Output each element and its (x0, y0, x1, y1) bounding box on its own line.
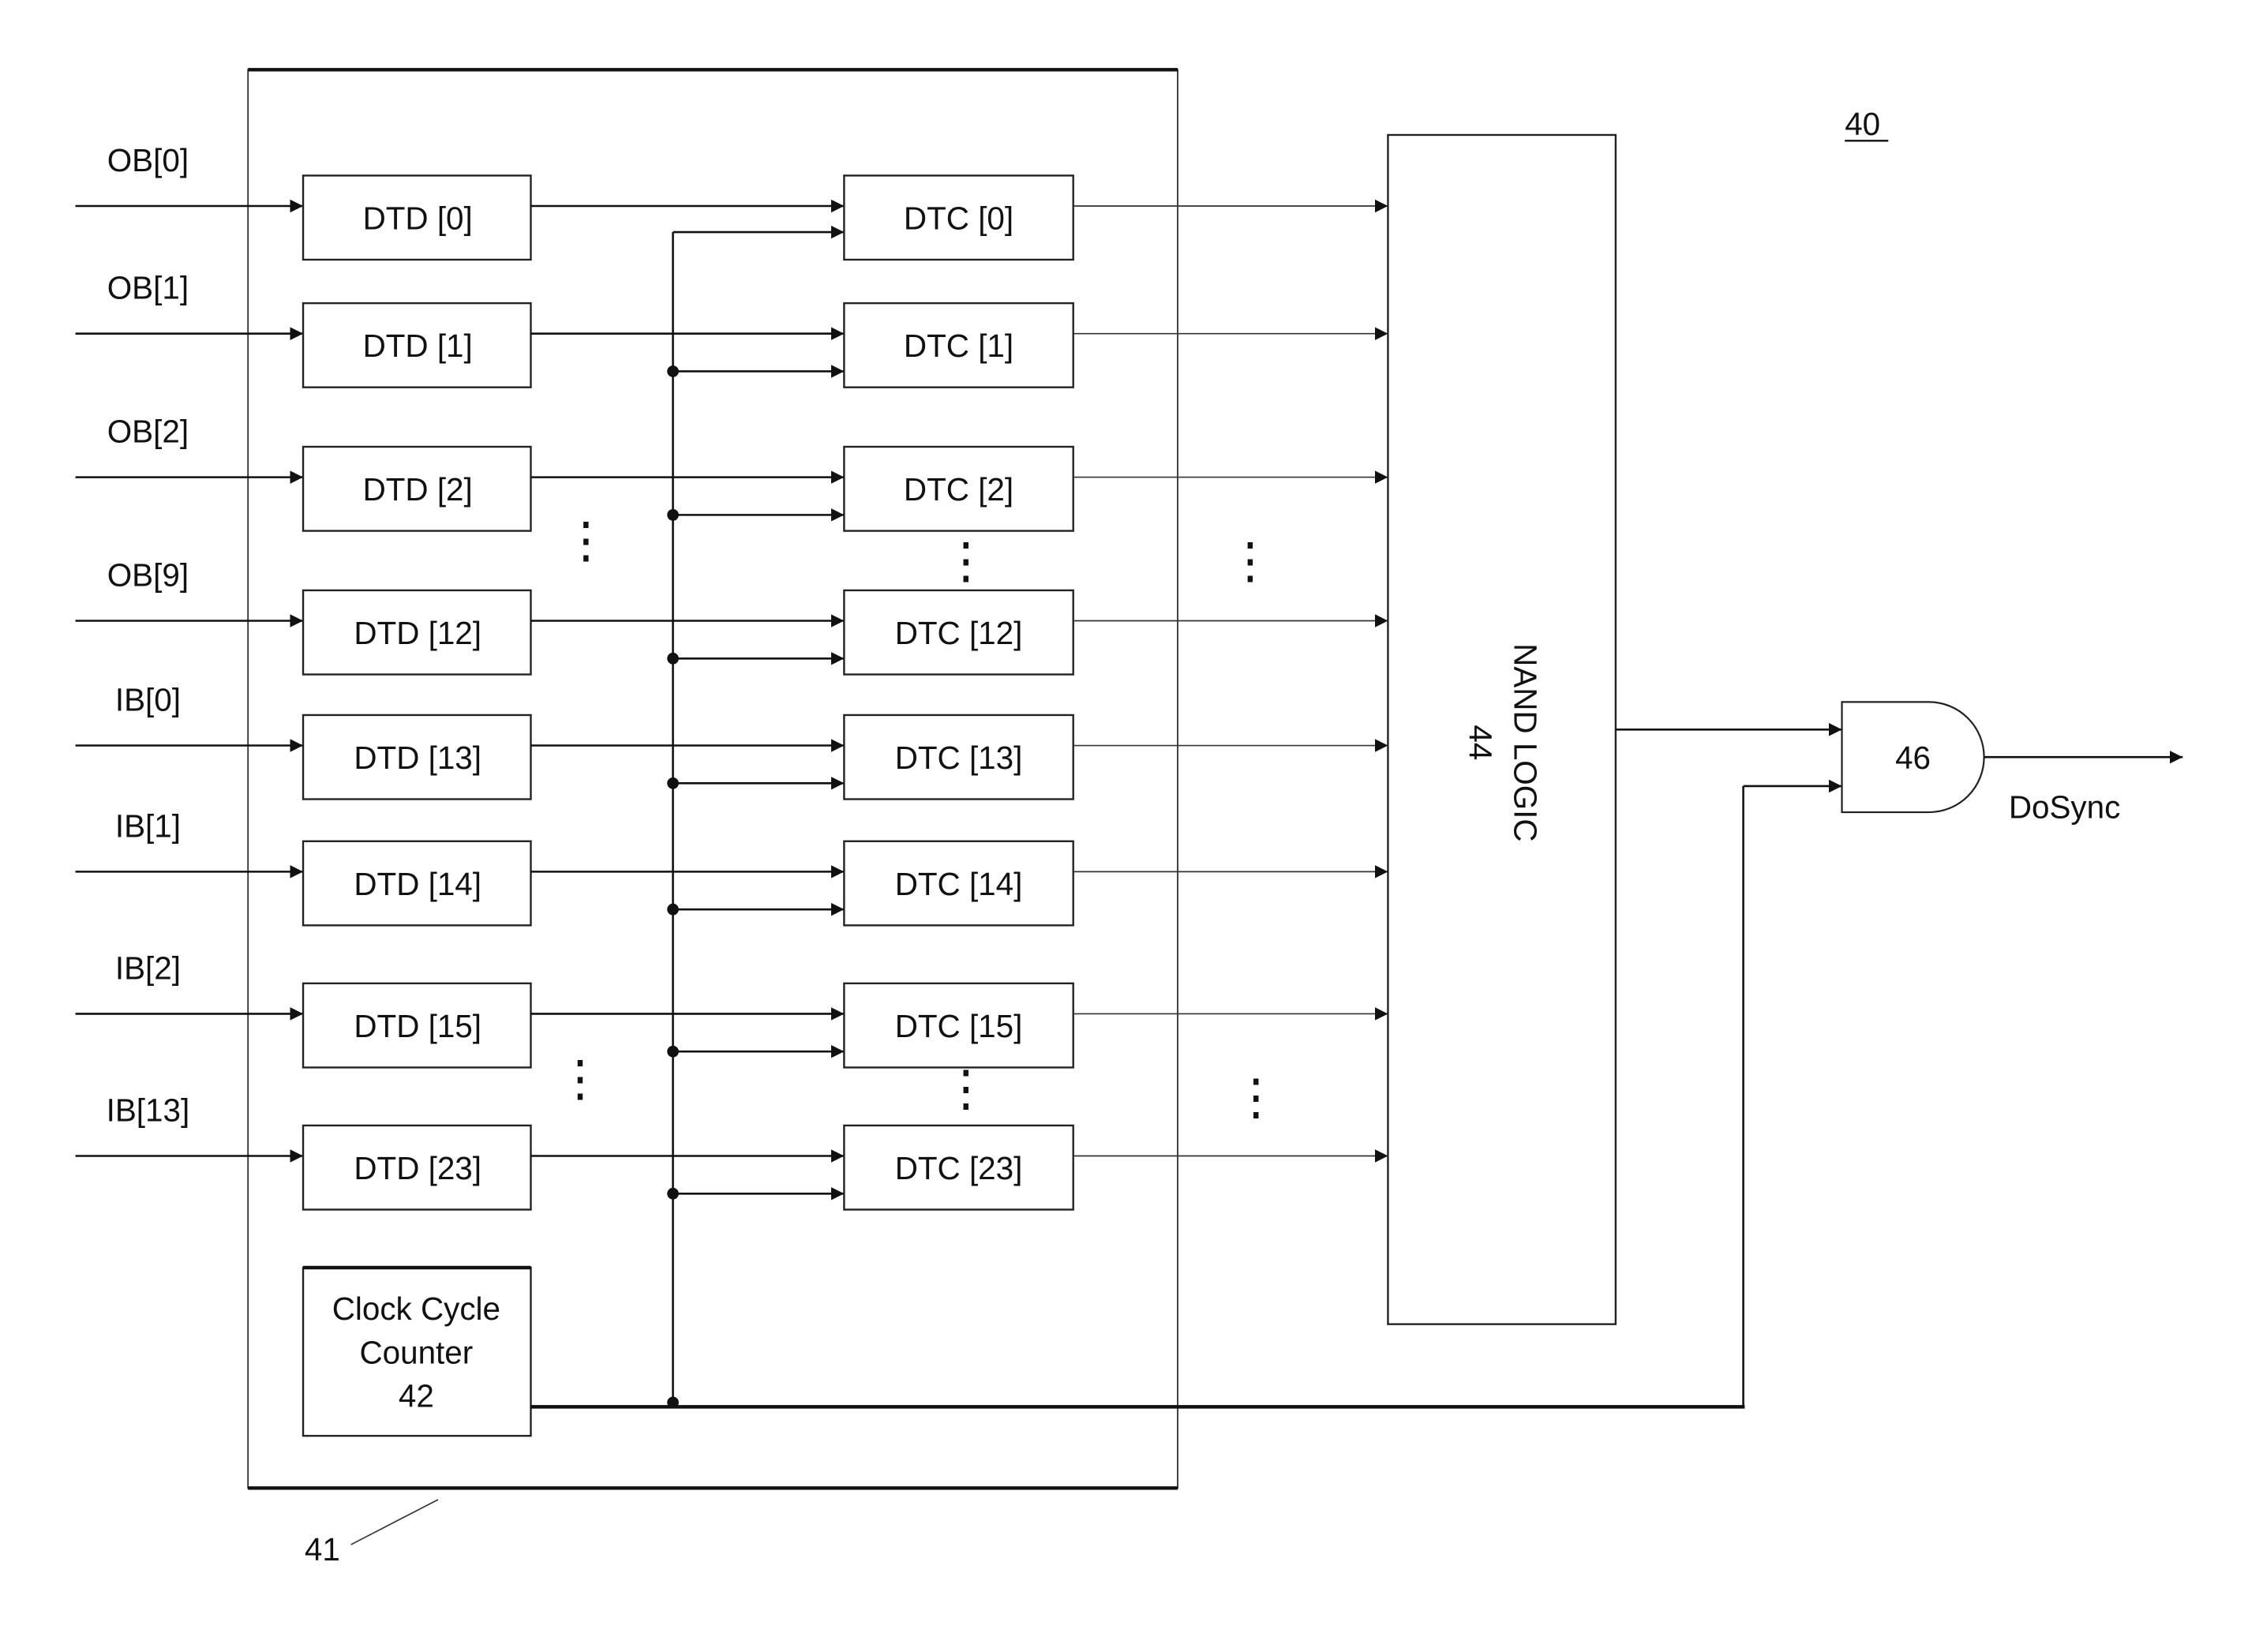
input-signal-label: OB[1] (107, 270, 189, 306)
ellipsis-marker: ⋮ (941, 533, 990, 588)
signal-row: IB[0] DTD [13] DTC [13] (75, 681, 1388, 800)
group-label: 41 (305, 1531, 340, 1568)
and-gate-number: 46 (1895, 740, 1931, 776)
dtc-block-label: DTC [0] (904, 200, 1013, 236)
ellipsis-marker: ⋮ (561, 513, 610, 568)
counter-label-line1: Clock Cycle (332, 1291, 500, 1327)
signal-row: OB[2] DTD [2] DTC [2] (75, 414, 1388, 532)
signal-row: IB[2] DTD [15] DTC [15] (75, 950, 1388, 1069)
nand-logic-number: 44 (1462, 725, 1498, 760)
ellipsis-marker: ⋮ (556, 1051, 605, 1106)
signal-row: OB[1] DTD [1] DTC [1] (75, 270, 1388, 388)
signal-row: IB[1] DTD [14] DTC [14] (75, 807, 1388, 927)
dtd-block-label: DTD [23] (354, 1150, 481, 1186)
dtd-block-label: DTD [14] (354, 866, 481, 902)
ellipsis-marker: ⋮ (1231, 1069, 1280, 1125)
signal-row: OB[0] DTD [0] DTC [0] (75, 142, 1388, 261)
dtd-block-label: DTD [1] (363, 328, 473, 364)
input-signal-label: IB[1] (115, 807, 181, 844)
dtc-block-label: DTC [12] (895, 615, 1023, 651)
nand-logic-block (1387, 133, 1617, 1325)
dtc-block-label: DTC [15] (895, 1008, 1023, 1044)
bus-junction-dot (667, 1396, 679, 1409)
dtc-block-label: DTC [23] (895, 1150, 1023, 1186)
dtd-block-label: DTD [15] (354, 1008, 481, 1044)
dtd-block-label: DTD [0] (363, 200, 473, 236)
dtc-block-label: DTC [1] (904, 328, 1013, 364)
dtc-block-label: DTC [14] (895, 866, 1023, 902)
ellipsis-marker: ⋮ (1226, 533, 1275, 588)
input-signal-label: IB[13] (107, 1092, 190, 1128)
counter-label-line3: 42 (399, 1377, 434, 1414)
input-signal-label: OB[2] (107, 414, 189, 450)
ellipsis-marker: ⋮ (941, 1061, 990, 1116)
dtc-block-label: DTC [2] (904, 471, 1013, 508)
input-signal-label: IB[2] (115, 950, 181, 986)
input-signal-label: OB[0] (107, 142, 189, 178)
circuit-diagram: 40 41 OB[0] DTD [0] DTC [0] OB[1] DTD [1] DTC… (75, 68, 2183, 1568)
counter-label-line2: Counter (359, 1334, 473, 1370)
input-signal-label: OB[9] (107, 556, 189, 593)
dtd-block-label: DTD [13] (354, 740, 481, 776)
signal-row: OB[9] DTD [12] DTC [12] (75, 556, 1388, 676)
nand-logic-title: NAND LOGIC (1507, 643, 1543, 841)
input-signal-label: IB[0] (115, 681, 181, 717)
figure-label: 40 (1845, 106, 1880, 142)
dosync-label: DoSync (2009, 789, 2120, 825)
dtd-block-label: DTD [12] (354, 615, 481, 651)
dtc-block-label: DTC [13] (895, 740, 1023, 776)
dtd-block-label: DTD [2] (363, 471, 473, 508)
signal-row: IB[13] DTD [23] DTC [23] (75, 1092, 1388, 1211)
group-label-leader (350, 1499, 439, 1545)
